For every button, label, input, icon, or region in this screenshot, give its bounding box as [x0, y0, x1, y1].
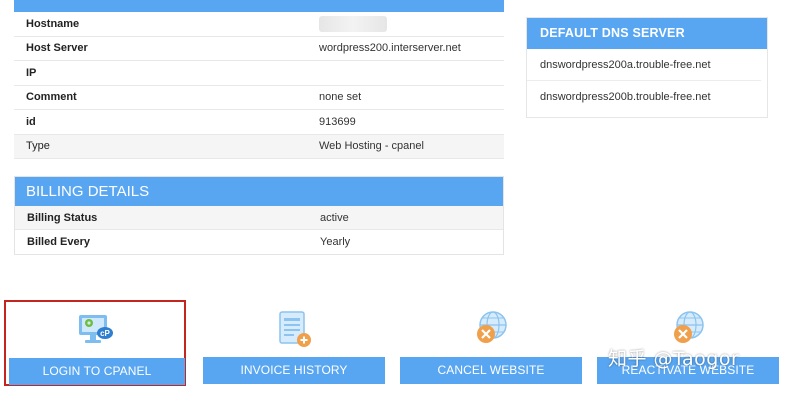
- cancel-website-button[interactable]: CANCEL WEBSITE: [400, 357, 582, 384]
- row-value: Web Hosting - cpanel: [319, 140, 424, 153]
- dns-panel-title: DEFAULT DNS SERVER: [527, 18, 767, 49]
- default-dns-panel: DEFAULT DNS SERVER dnswordpress200a.trou…: [526, 17, 768, 118]
- row-label: Billing Status: [27, 211, 98, 224]
- row-label: Host Server: [26, 42, 88, 55]
- row-value: 913699: [319, 115, 356, 128]
- row-value: Yearly: [320, 236, 351, 248]
- host-row-host-server: Host Server wordpress200.interserver.net: [14, 37, 504, 61]
- globe-reactivate-icon: [674, 311, 704, 343]
- row-label: IP: [26, 66, 37, 79]
- row-value: [306, 15, 504, 32]
- host-row-type: Type Web Hosting - cpanel: [14, 134, 504, 159]
- cpanel-monitor-icon: cP: [79, 315, 113, 343]
- redacted-hostname: [319, 15, 387, 32]
- billing-details-panel: BILLING DETAILS Billing Status active Bi…: [14, 176, 504, 255]
- row-label: Comment: [26, 91, 77, 104]
- row-value: none set: [319, 91, 362, 104]
- host-row-comment: Comment none set: [14, 86, 504, 110]
- row-value: active: [320, 211, 349, 224]
- row-label: id: [26, 115, 36, 128]
- reactivate-website-action[interactable]: REACTIVATE WEBSITE: [597, 300, 779, 386]
- watermark-text: 知乎 @Taogor: [608, 348, 740, 370]
- host-details-header-bar: [14, 0, 504, 12]
- login-to-cpanel-button[interactable]: LOGIN TO CPANEL: [9, 358, 185, 385]
- host-row-id: id 913699: [14, 110, 504, 135]
- invoice-history-action[interactable]: INVOICE HISTORY: [203, 300, 385, 386]
- dns-server-item: dnswordpress200b.trouble-free.net: [540, 91, 711, 103]
- billing-details-title: BILLING DETAILS: [15, 177, 503, 206]
- globe-cancel-icon: [477, 311, 507, 343]
- login-to-cpanel-action[interactable]: cP LOGIN TO CPANEL: [4, 300, 186, 386]
- dns-server-item: dnswordpress200a.trouble-free.net: [527, 49, 761, 81]
- host-details-table: Hostname Host Server wordpress200.inters…: [14, 0, 504, 159]
- svg-text:cP: cP: [100, 329, 110, 338]
- billing-row-billed-every: Billed Every Yearly: [15, 230, 503, 254]
- cancel-website-action[interactable]: CANCEL WEBSITE: [400, 300, 582, 386]
- billing-row-status: Billing Status active: [15, 206, 503, 230]
- host-row-ip: IP: [14, 61, 504, 86]
- host-row-hostname: Hostname: [14, 12, 504, 37]
- invoice-history-button[interactable]: INVOICE HISTORY: [203, 357, 385, 384]
- row-label: Hostname: [26, 17, 80, 30]
- row-label: Type: [26, 140, 50, 153]
- row-value: wordpress200.interserver.net: [319, 42, 461, 55]
- invoice-add-icon: [279, 311, 311, 347]
- row-label: Billed Every: [27, 236, 90, 248]
